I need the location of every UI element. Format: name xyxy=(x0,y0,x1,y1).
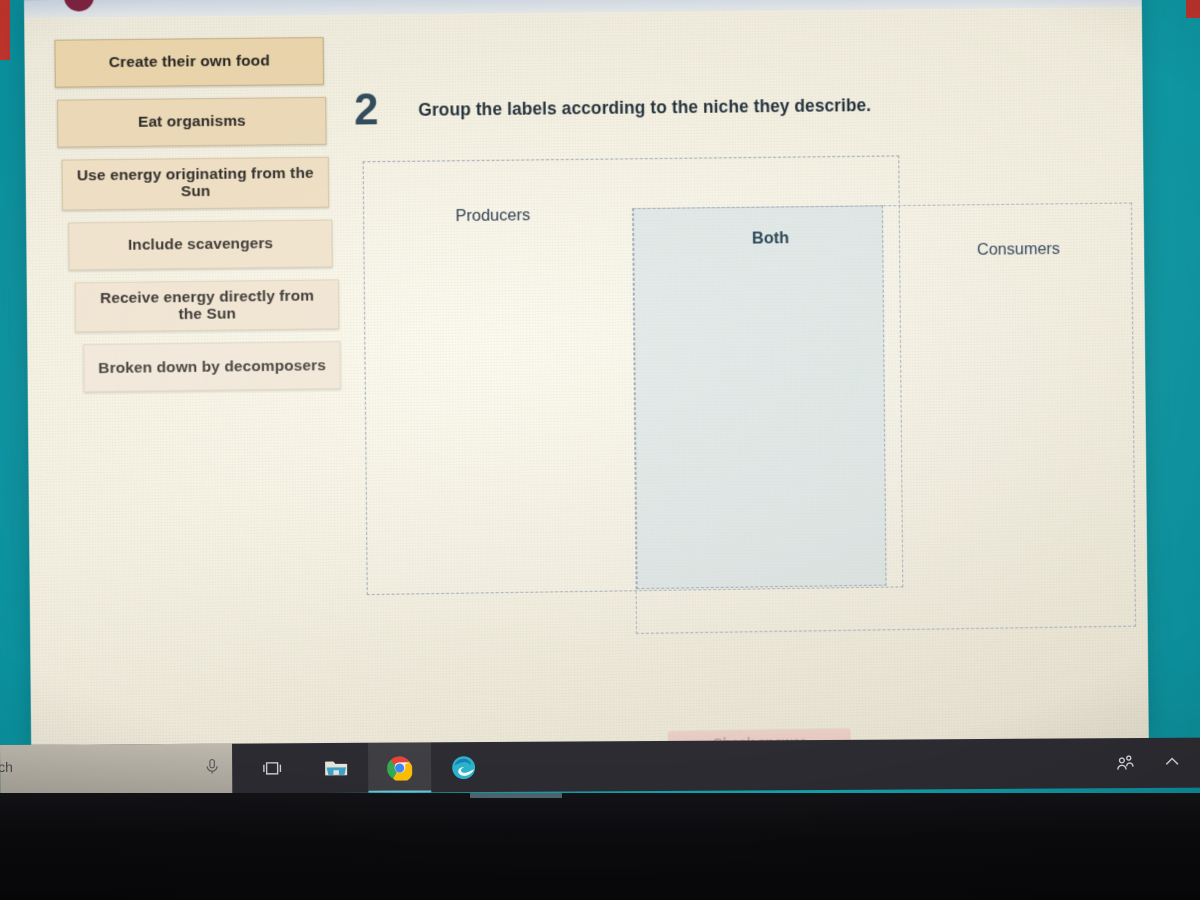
activity-page: Create their own food Eat organisms Use … xyxy=(24,7,1149,757)
question-prompt: Group the labels according to the niche … xyxy=(418,94,872,120)
screen-edge-right xyxy=(1186,0,1200,18)
search-box[interactable]: ch xyxy=(0,743,233,795)
draggable-label[interactable]: Use energy originating from the Sun xyxy=(61,156,330,211)
monitor-bezel xyxy=(0,793,1200,900)
windows-taskbar: ch xyxy=(0,737,1200,795)
label-text: Eat organisms xyxy=(137,112,246,132)
label-text: Receive energy directly from the Sun xyxy=(99,287,315,324)
system-tray xyxy=(1114,738,1194,788)
show-hidden-icons-chevron[interactable] xyxy=(1162,752,1184,774)
draggable-label[interactable]: Eat organisms xyxy=(56,96,327,148)
question-header: 2 Group the labels according to the nich… xyxy=(353,81,1086,135)
microphone-icon[interactable] xyxy=(203,755,221,781)
draggable-label[interactable]: Include scavengers xyxy=(68,219,333,271)
label-text: Include scavengers xyxy=(127,235,274,254)
drop-zone-label-producers: Producers xyxy=(455,206,531,226)
photographed-screen: Create their own food Eat organisms Use … xyxy=(0,0,1200,900)
task-view-icon[interactable] xyxy=(240,743,303,793)
draggable-label[interactable]: Create their own food xyxy=(54,37,325,88)
draggable-label[interactable]: Receive energy directly from the Sun xyxy=(74,278,340,333)
label-text: Broken down by decomposers xyxy=(98,356,326,377)
drop-zone-label-both: Both xyxy=(751,229,790,248)
meet-now-people-icon[interactable] xyxy=(1114,752,1136,774)
google-chrome-icon[interactable] xyxy=(367,742,432,793)
draggable-label[interactable]: Broken down by decomposers xyxy=(83,341,341,393)
microsoft-edge-icon[interactable] xyxy=(432,742,495,792)
question-number: 2 xyxy=(353,85,379,135)
screen-edge-left xyxy=(0,0,10,60)
label-text: Create their own food xyxy=(108,52,270,72)
file-explorer-icon[interactable] xyxy=(304,743,367,793)
label-bank: Create their own food Eat organisms Use … xyxy=(28,37,341,405)
search-input-text: ch xyxy=(0,758,13,776)
drop-zone-both[interactable]: Both xyxy=(632,205,887,590)
drop-zone-label-consumers: Consumers xyxy=(976,239,1061,259)
bezel-reflection xyxy=(470,793,562,798)
label-text: Use energy originating from the Sun xyxy=(76,164,314,201)
browser-window: Create their own food Eat organisms Use … xyxy=(24,0,1149,757)
